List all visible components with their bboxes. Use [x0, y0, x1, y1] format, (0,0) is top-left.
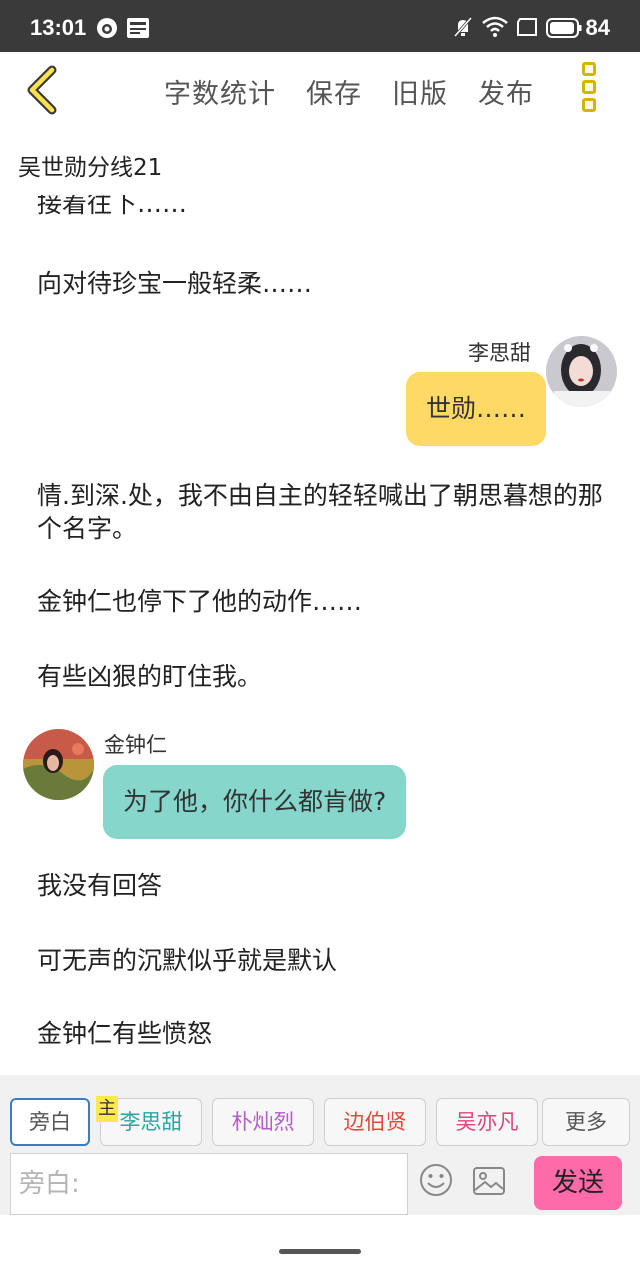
document-title: 吴世勋分线21 — [18, 155, 163, 181]
publish-button[interactable]: 发布 — [478, 72, 534, 111]
back-button[interactable] — [22, 64, 66, 116]
battery-level: 84 — [585, 15, 610, 40]
more-dot-icon — [582, 98, 596, 112]
avatar[interactable] — [546, 336, 617, 407]
more-dot-icon — [582, 80, 596, 94]
more-menu-button[interactable] — [576, 62, 602, 118]
chip-label: 朴灿烈 — [231, 1110, 295, 1134]
news-icon — [126, 17, 150, 43]
character-chip-bianboxian[interactable]: 边伯贤 — [324, 1098, 426, 1146]
image-icon — [473, 1167, 505, 1195]
speaker-name: 李思甜 — [468, 341, 531, 365]
message-input[interactable] — [10, 1153, 408, 1215]
app-notification-icon — [96, 17, 118, 43]
speaker-name: 金钟仁 — [104, 733, 167, 757]
avatar[interactable] — [23, 729, 94, 800]
story-paragraph: 有些凶狠的盯住我。 — [37, 662, 263, 691]
chevron-left-icon — [27, 65, 57, 115]
word-count-button[interactable]: 字数统计 — [164, 72, 276, 111]
character-chip-wuyifan[interactable]: 吴亦凡 — [436, 1098, 538, 1146]
story-paragraph: 我没有回答 — [37, 871, 163, 900]
story-paragraph: 可无声的沉默似乎就是默认 — [37, 946, 338, 975]
more-characters-button[interactable]: 更多 — [542, 1098, 630, 1146]
chip-label: 吴亦凡 — [455, 1110, 519, 1134]
image-button[interactable] — [472, 1166, 506, 1200]
main-character-badge: 主 — [96, 1096, 118, 1122]
screen-icon — [516, 16, 538, 42]
smiley-icon — [420, 1164, 452, 1196]
story-paragraph: 向对待珍宝一般轻柔…… — [37, 269, 313, 298]
chip-label: 边伯贤 — [343, 1110, 407, 1134]
speech-bubble[interactable]: 为了他，你什么都肯做? — [103, 765, 407, 839]
composer-panel: 旁白 李思甜 主 朴灿烈 边伯贤 吴亦凡 更多 发送 — [0, 1075, 640, 1215]
character-chip-narrator[interactable]: 旁白 — [10, 1098, 90, 1146]
chip-label: 旁白 — [29, 1110, 71, 1134]
character-chip-puchanlie[interactable]: 朴灿烈 — [212, 1098, 314, 1146]
story-paragraph: 金钟仁也停下了他的动作…… — [37, 587, 363, 616]
battery-icon — [546, 18, 582, 42]
wifi-icon — [482, 16, 508, 42]
story-paragraph: 情.到深.处，我不由自主的轻轻喊出了朝思暮想的那个名字。 — [37, 481, 603, 543]
mute-icon — [452, 16, 474, 42]
emoji-button[interactable] — [419, 1163, 453, 1201]
speech-bubble[interactable]: 世勋…… — [406, 372, 547, 446]
send-button[interactable]: 发送 — [534, 1156, 622, 1210]
story-paragraph: 接着往下…… — [37, 195, 188, 218]
status-time: 13:01 — [30, 15, 87, 40]
chip-label: 李思甜 — [119, 1110, 183, 1134]
more-dot-icon — [582, 62, 596, 76]
home-indicator[interactable] — [279, 1249, 361, 1254]
status-bar: 13:01 84 — [0, 0, 640, 52]
chip-label: 更多 — [565, 1110, 607, 1134]
story-content[interactable]: 接着往下…… 向对待珍宝一般轻柔…… 李思甜 世勋…… 情.到深.处，我不由自主… — [0, 195, 640, 1075]
save-button[interactable]: 保存 — [306, 72, 362, 111]
top-toolbar: 字数统计 保存 旧版 发布 — [0, 52, 640, 128]
old-version-button[interactable]: 旧版 — [392, 72, 448, 111]
story-paragraph: 金钟仁有些愤怒 — [37, 1019, 213, 1048]
